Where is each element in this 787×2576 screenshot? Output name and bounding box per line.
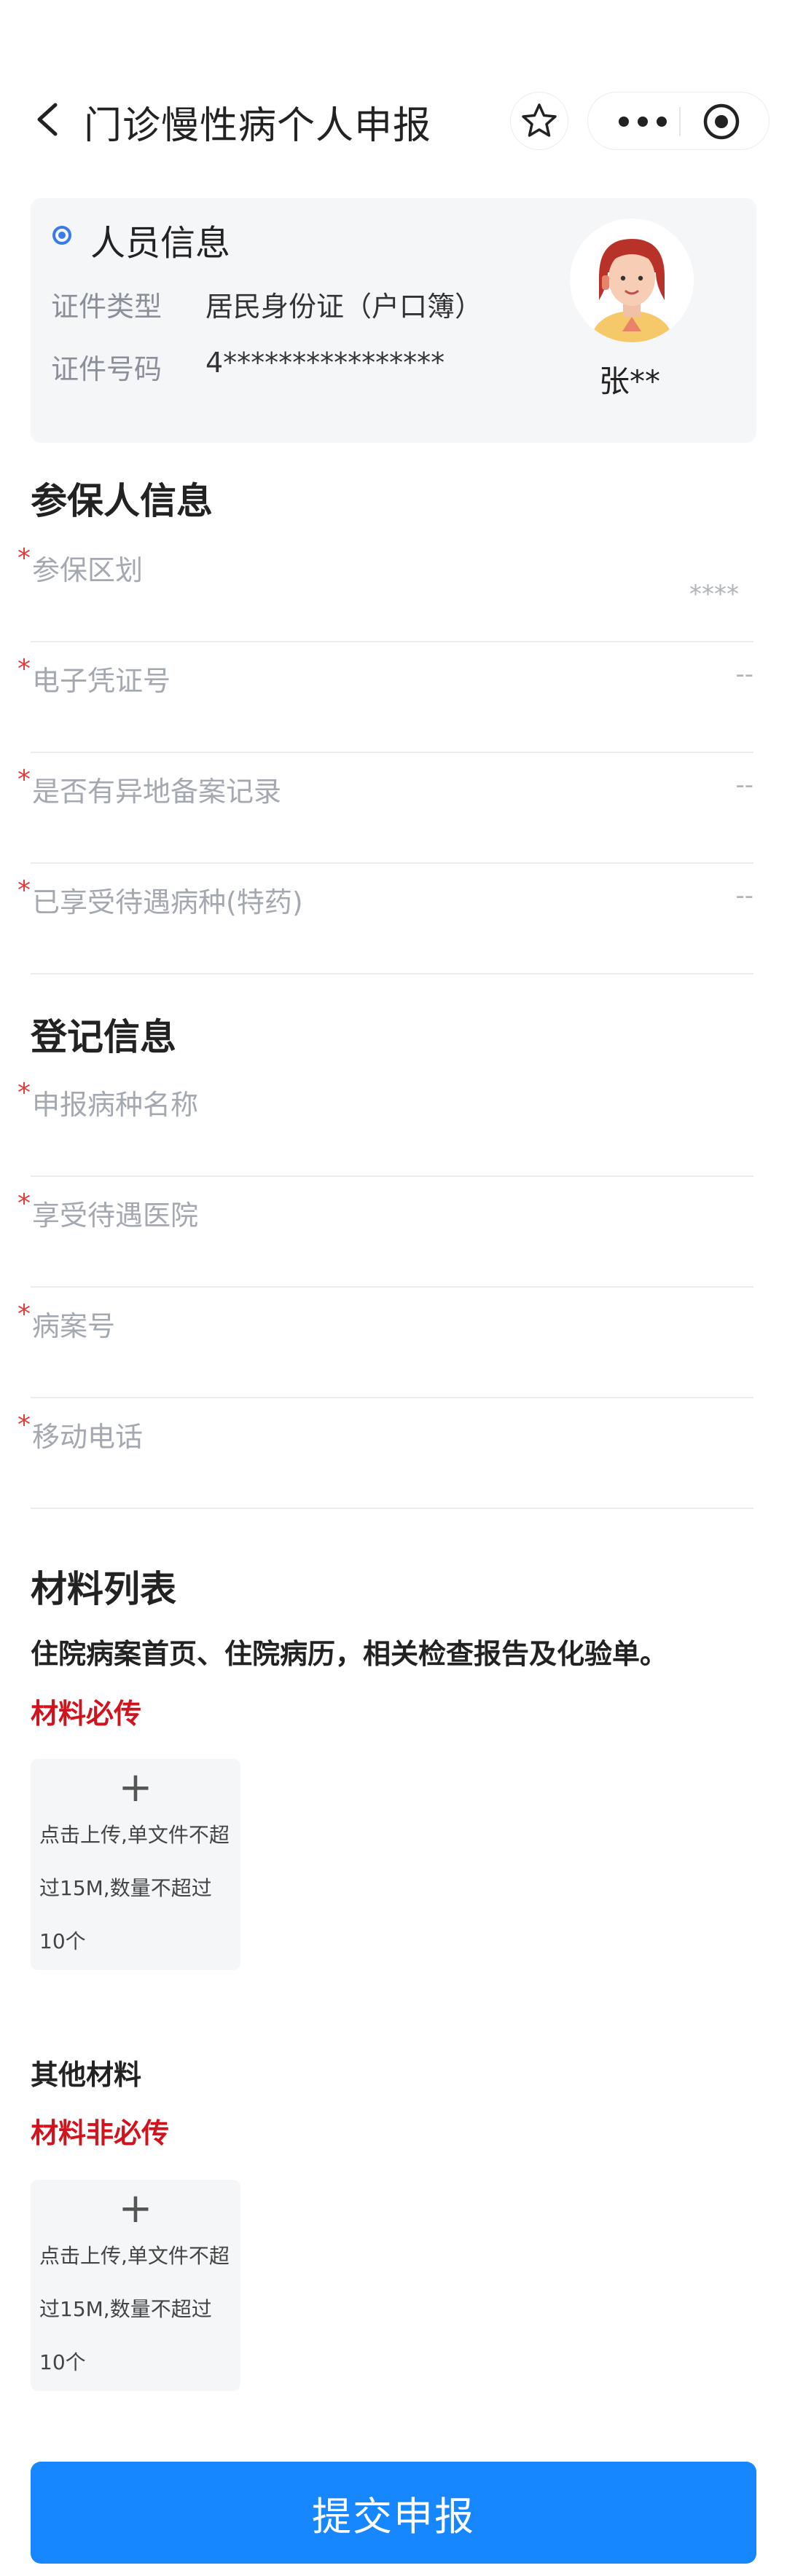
register-row-case-number[interactable]: * 病案号 [17,1288,753,1398]
field-value: -- [735,771,753,800]
section-dot-icon [52,226,71,245]
required-mark: * [17,654,31,684]
id-number-value: 4**************** [205,347,445,379]
favorite-star-icon[interactable] [510,92,568,150]
required-materials-description: 住院病案首页、住院病历，相关检查报告及化验单。 [31,1638,668,1670]
field-value: -- [735,660,753,689]
required-mark: * [17,875,31,905]
required-mark: * [17,543,31,573]
field-label: 申报病种名称 [32,1089,199,1121]
field-label: 参保区划 [32,554,144,586]
id-number-label: 证件号码 [51,353,163,385]
optional-upload-tag: 材料非必传 [31,2117,170,2149]
required-upload-box[interactable]: + 点击上传,单文件不超过15M,数量不超过10个 [31,1759,240,1970]
required-mark: * [17,1410,31,1440]
insured-row-region[interactable]: * 参保区划 **** [17,532,753,642]
materials-section-title: 材料列表 [31,1568,176,1610]
field-label: 已享受待遇病种(特药) [32,886,303,918]
more-menu-icon[interactable] [619,113,677,130]
id-type-value: 居民身份证（户口簿） [205,291,483,323]
person-name: 张** [599,363,661,399]
optional-upload-box[interactable]: + 点击上传,单文件不超过15M,数量不超过10个 [31,2180,240,2391]
required-mark: * [17,765,31,795]
required-mark: * [17,1189,31,1218]
mini-program-capsule [587,92,770,150]
other-materials-title: 其他材料 [31,2059,142,2091]
insured-section-title: 参保人信息 [31,480,213,522]
plus-icon: + [118,1764,153,1811]
register-row-mobile[interactable]: * 移动电话 [17,1398,753,1509]
submit-button[interactable]: 提交申报 [31,2462,756,2564]
close-target-icon[interactable] [701,101,742,142]
field-value: -- [735,881,753,910]
insured-row-disease[interactable]: * 已享受待遇病种(特药) -- [17,864,753,974]
field-value: **** [689,580,739,609]
back-arrow-icon[interactable] [26,98,70,141]
nav-bar: 门诊慢性病个人申报 [0,66,787,175]
field-label: 病案号 [32,1310,116,1342]
required-mark: * [17,1078,31,1108]
required-mark: * [17,1299,31,1329]
upload-tip: 点击上传,单文件不超过15M,数量不超过10个 [39,2244,230,2374]
page-title: 门诊慢性病个人申报 [84,104,432,148]
register-row-disease-name[interactable]: * 申报病种名称 [17,1066,753,1177]
field-label: 移动电话 [32,1421,144,1453]
field-label: 享受待遇医院 [32,1200,199,1232]
field-label: 电子凭证号 [32,665,171,697]
plus-icon: + [118,2185,153,2232]
id-type-label: 证件类型 [51,291,163,323]
capsule-divider [679,107,681,136]
insured-row-e-voucher[interactable]: * 电子凭证号 -- [17,642,753,753]
avatar [570,218,694,342]
person-info-heading: 人员信息 [90,223,231,264]
person-info-card: 人员信息 证件类型 居民身份证（户口簿） 证件号码 4*************… [31,198,756,443]
field-label: 是否有异地备案记录 [32,776,282,808]
register-row-hospital[interactable]: * 享受待遇医院 [17,1177,753,1288]
upload-tip: 点击上传,单文件不超过15M,数量不超过10个 [39,1823,230,1953]
insured-row-remote-record[interactable]: * 是否有异地备案记录 -- [17,753,753,864]
required-upload-tag: 材料必传 [31,1698,142,1730]
register-section-title: 登记信息 [31,1016,176,1058]
